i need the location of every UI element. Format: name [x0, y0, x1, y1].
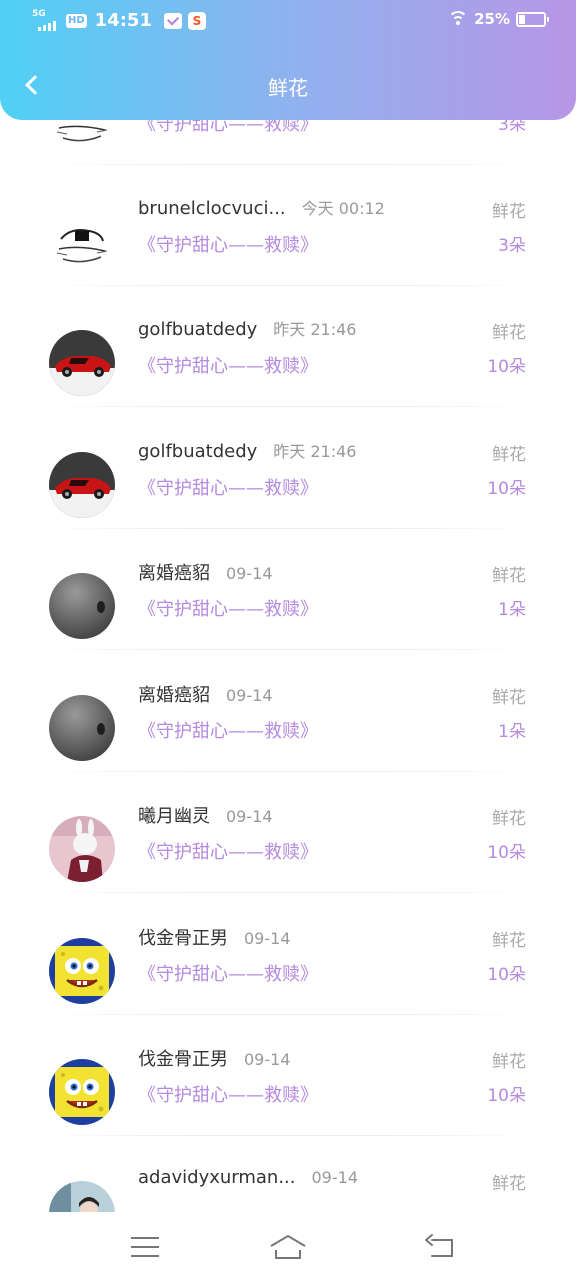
gift-name: 《守护甜心——救赎》 [138, 356, 318, 377]
timestamp: 09-14 [244, 1050, 291, 1069]
list-item[interactable]: 离婚癌貂 09-14 《守护甜心——救赎》 鲜花 1朵 [0, 529, 576, 650]
timestamp: 昨天 21:46 [273, 320, 357, 339]
sender-name[interactable]: golfbuatdedy [138, 441, 257, 462]
timestamp: 今天 00:12 [301, 199, 385, 218]
list-item[interactable]: 伐金骨正男 09-14 《守护甜心——救赎》 鲜花 10朵 [0, 1015, 576, 1136]
spongebob-avatar[interactable] [49, 938, 115, 1004]
sender-name[interactable]: 离婚癌貂 [138, 681, 210, 707]
signal-icon: 5G [32, 8, 60, 31]
timestamp: 09-14 [226, 564, 273, 583]
row-divider [40, 649, 536, 650]
gift-type: 鲜花 [492, 445, 526, 465]
gray-avatar[interactable] [49, 695, 115, 761]
gift-type: 鲜花 [492, 566, 526, 586]
gift-type: 鲜花 [492, 688, 526, 708]
row-divider [40, 406, 536, 407]
timestamp: 09-14 [244, 929, 291, 948]
sender-name[interactable]: 曦月幽灵 [138, 802, 210, 828]
timestamp: 09-14 [226, 807, 273, 826]
gift-name: 《守护甜心——救赎》 [138, 842, 318, 863]
spongebob-avatar[interactable] [49, 1059, 115, 1125]
list-item[interactable]: golfbuatdedy 昨天 21:46 《守护甜心——救赎》 鲜花 10朵 [0, 286, 576, 407]
rabbit-avatar[interactable] [49, 816, 115, 882]
list-item[interactable]: 伐金骨正男 09-14 《守护甜心——救赎》 鲜花 10朵 [0, 894, 576, 1015]
gift-name: 《守护甜心——救赎》 [138, 964, 318, 985]
gift-name: 《守护甜心——救赎》 [138, 599, 318, 620]
app-header: 5G HD 14:51 S 25% 鲜花 [0, 0, 576, 120]
hd-badge: HD [66, 13, 87, 28]
gift-type: 鲜花 [492, 809, 526, 829]
sketch-avatar[interactable] [49, 209, 115, 275]
list-item[interactable]: brunelclocvuci... 今天 00:12 《守护甜心——救赎》 鲜花 … [0, 165, 576, 286]
back-icon[interactable] [420, 1228, 460, 1264]
system-nav-bar [0, 1212, 576, 1280]
sender-name[interactable]: 伐金骨正男 [138, 1045, 228, 1071]
gift-type: 鲜花 [492, 1052, 526, 1072]
gift-count: 10朵 [487, 965, 526, 985]
gift-type: 鲜花 [492, 931, 526, 951]
gift-name: 《守护甜心——救赎》 [138, 235, 318, 256]
page-title: 鲜花 [268, 76, 308, 100]
notification-mail-icon [163, 12, 182, 29]
sender-name[interactable]: brunelclocvuci... [138, 198, 286, 219]
sender-name[interactable]: golfbuatdedy [138, 319, 257, 340]
photo-avatar[interactable] [49, 1181, 115, 1212]
gift-count: 10朵 [487, 1086, 526, 1106]
red-car-avatar[interactable] [49, 452, 115, 518]
sender-name[interactable]: 伐金骨正男 [138, 924, 228, 950]
status-time: 14:51 [94, 10, 152, 31]
home-icon[interactable] [268, 1228, 308, 1264]
timestamp: 09-14 [226, 686, 273, 705]
gift-count: 10朵 [487, 843, 526, 863]
gift-type: 鲜花 [492, 1174, 526, 1194]
sender-name[interactable]: adavidyxurman... [138, 1167, 296, 1188]
gift-name: 《守护甜心——救赎》 [138, 478, 318, 499]
gift-count: 10朵 [487, 479, 526, 499]
wifi-icon [448, 11, 469, 27]
status-left: 5G HD 14:51 S [32, 8, 206, 31]
list-item[interactable]: golfbuatdedy 昨天 21:46 《守护甜心——救赎》 鲜花 10朵 [0, 408, 576, 529]
status-right: 25% [448, 10, 549, 28]
sender-name[interactable]: 离婚癌貂 [138, 559, 210, 585]
flower-gift-list[interactable]: 《守护甜心——救赎》 3朵 brunelclocvuci... 今天 00:12 … [0, 100, 576, 1212]
gift-count: 10朵 [487, 357, 526, 377]
gift-count: 1朵 [498, 600, 526, 620]
timestamp: 09-14 [311, 1168, 359, 1187]
menu-icon[interactable] [125, 1228, 165, 1264]
gift-count: 1朵 [498, 722, 526, 742]
battery-icon [516, 11, 549, 27]
network-label: 5G [32, 8, 46, 19]
row-divider [40, 1135, 536, 1136]
battery-percent: 25% [474, 10, 510, 28]
gift-count: 3朵 [498, 236, 526, 256]
gift-type: 鲜花 [492, 323, 526, 343]
red-car-avatar[interactable] [49, 330, 115, 396]
list-item[interactable]: 曦月幽灵 09-14 《守护甜心——救赎》 鲜花 10朵 [0, 772, 576, 893]
gray-avatar[interactable] [49, 573, 115, 639]
list-item[interactable]: adavidyxurman... 09-14 鲜花 [0, 1137, 576, 1212]
gift-name: 《守护甜心——救赎》 [138, 1085, 318, 1106]
list-item[interactable]: 离婚癌貂 09-14 《守护甜心——救赎》 鲜花 1朵 [0, 651, 576, 772]
status-bar: 5G HD 14:51 S 25% [0, 0, 576, 44]
gift-name: 《守护甜心——救赎》 [138, 721, 318, 742]
timestamp: 昨天 21:46 [273, 442, 357, 461]
row-divider [40, 892, 536, 893]
notification-app-icon: S [187, 11, 206, 30]
gift-type: 鲜花 [492, 202, 526, 222]
